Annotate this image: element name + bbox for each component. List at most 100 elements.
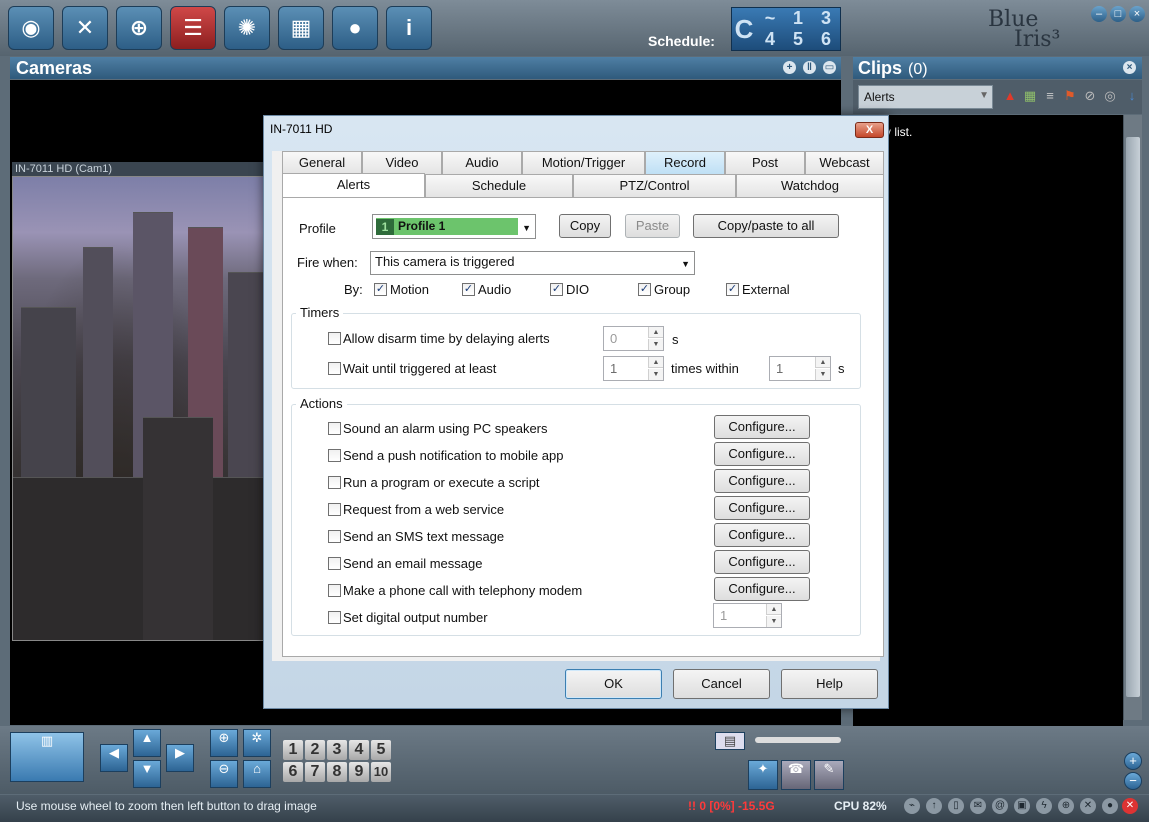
schedule-selector[interactable]: C ~ 1 3 4 5 6 [731,7,841,51]
external-checkbox[interactable]: ✓ [726,283,739,296]
timeline-icon[interactable]: ▥ [10,732,84,782]
email-checkbox[interactable] [328,557,341,570]
camera-number-button[interactable]: 10 [371,762,391,782]
database-icon[interactable]: ≡ [1042,88,1058,104]
copy-paste-all-button[interactable]: Copy/paste to all [693,214,839,238]
audio-checkbox[interactable]: ✓ [462,283,475,296]
camera-icon[interactable]: ◉ [8,6,54,50]
tab-webcast[interactable]: Webcast [805,151,884,174]
dio-checkbox[interactable]: ✓ [550,283,563,296]
spin-down-icon[interactable]: ▼ [815,369,830,380]
group-checkbox[interactable]: ✓ [638,283,651,296]
camera-number-button[interactable]: 6 [283,762,303,782]
spin-up-icon[interactable]: ▲ [648,327,663,338]
zoom-in-small-icon[interactable]: + [1124,752,1142,770]
light-bulb-icon[interactable]: ✦ [748,760,778,790]
wrench-icon[interactable]: ✕ [1080,798,1096,814]
add-icon[interactable]: + [783,61,796,74]
schedule-digit[interactable]: 6 [821,29,831,50]
disarm-time-stepper[interactable]: 0 ▲ ▼ [603,326,664,351]
settings-icon[interactable]: ✲ [243,729,271,757]
schedule-digit[interactable]: ~ [765,8,776,29]
wait-count-stepper[interactable]: 1 ▲ ▼ [603,356,664,381]
tab-motion-trigger[interactable]: Motion/Trigger [522,151,645,174]
restore-icon[interactable]: □ [1110,6,1126,22]
clips-filter-select[interactable]: Alerts ▼ [858,85,993,109]
image-icon[interactable]: ▦ [1022,88,1038,104]
camera-number-button[interactable]: 3 [327,740,347,760]
block-icon[interactable]: ⊘ [1082,88,1098,104]
camera-number-button[interactable]: 1 [283,740,303,760]
paste-button[interactable]: Paste [625,214,680,238]
tab-alerts[interactable]: Alerts [282,173,425,197]
phone-call-checkbox[interactable] [328,584,341,597]
pause-icon[interactable]: ‖ [803,61,816,74]
configure-sms-button[interactable]: Configure... [714,523,810,547]
clips-list[interactable]: y list. [853,115,1123,755]
spin-up-icon[interactable]: ▲ [766,604,781,615]
download-arrow-icon[interactable]: ↓ [1124,88,1140,104]
camera-number-button[interactable]: 4 [349,740,369,760]
pan-up-icon[interactable]: ▲ [133,729,161,757]
tab-general[interactable]: General [282,151,362,174]
wait-triggered-checkbox[interactable] [328,362,341,375]
push-notification-checkbox[interactable] [328,449,341,462]
record-icon[interactable]: ● [1102,798,1118,814]
sound-alarm-checkbox[interactable] [328,422,341,435]
configure-program-button[interactable]: Configure... [714,469,810,493]
schedule-digit[interactable]: 3 [821,8,831,29]
schedule-digit[interactable]: 4 [765,29,775,50]
camera-number-button[interactable]: 5 [371,740,391,760]
allow-disarm-checkbox[interactable] [328,332,341,345]
ok-button[interactable]: OK [565,669,662,699]
tab-post[interactable]: Post [725,151,805,174]
tab-record[interactable]: Record [645,151,725,174]
layout-icon[interactable]: ▭ [823,61,836,74]
profile-select[interactable]: 1 Profile 1 ▼ [372,214,536,239]
schedule-digit[interactable]: 1 [793,8,803,29]
minimize-icon[interactable]: – [1091,6,1107,22]
camera-feed[interactable] [12,176,267,641]
zoom-in-icon[interactable]: ⊕ [210,729,238,757]
phone-status-icon[interactable]: ▯ [948,798,964,814]
camera-number-button[interactable]: 9 [349,762,369,782]
microphone-icon[interactable]: ✎ [814,760,844,790]
log-icon[interactable]: ☰ [170,6,216,50]
camera-number-button[interactable]: 7 [305,762,325,782]
run-program-checkbox[interactable] [328,476,341,489]
storage-alert[interactable]: !! 0 [0%] -15.5G [688,799,775,813]
globe-status-icon[interactable]: ⊕ [1058,798,1074,814]
tab-video[interactable]: Video [362,151,442,174]
configure-phone-button[interactable]: Configure... [714,577,810,601]
pan-down-icon[interactable]: ▼ [133,760,161,788]
fire-when-select[interactable]: This camera is triggered ▼ [370,251,695,275]
warning-icon[interactable]: ▲ [1002,88,1018,104]
web-service-checkbox[interactable] [328,503,341,516]
copy-button[interactable]: Copy [559,214,611,238]
digital-output-checkbox[interactable] [328,611,341,624]
home-icon[interactable]: ⌂ [243,760,271,788]
mail-icon[interactable]: ✉ [970,798,986,814]
stop-icon[interactable]: ✕ [1122,798,1138,814]
info-icon[interactable]: i [386,6,432,50]
phone-icon[interactable]: ☎ [781,760,811,790]
film-icon[interactable]: ▦ [278,6,324,50]
spin-up-icon[interactable]: ▲ [648,357,663,368]
spin-down-icon[interactable]: ▼ [766,616,781,627]
within-seconds-stepper[interactable]: 1 ▲ ▼ [769,356,831,381]
scrollbar-thumb[interactable] [1126,137,1140,697]
upload-icon[interactable]: ↑ [926,798,942,814]
spin-down-icon[interactable]: ▼ [648,339,663,350]
configure-web-button[interactable]: Configure... [714,496,810,520]
camera-number-button[interactable]: 2 [305,740,325,760]
configure-email-button[interactable]: Configure... [714,550,810,574]
plug-icon[interactable]: ⌁ [904,798,920,814]
volume-slider[interactable] [755,737,841,743]
at-icon[interactable]: @ [992,798,1008,814]
refresh-icon[interactable]: ◎ [1102,88,1118,104]
tab-schedule[interactable]: Schedule [425,174,573,197]
webcam-icon[interactable]: ● [332,6,378,50]
zoom-out-icon[interactable]: ⊖ [210,760,238,788]
zoom-out-small-icon[interactable]: − [1124,772,1142,790]
io-icon[interactable]: ▣ [1014,798,1030,814]
